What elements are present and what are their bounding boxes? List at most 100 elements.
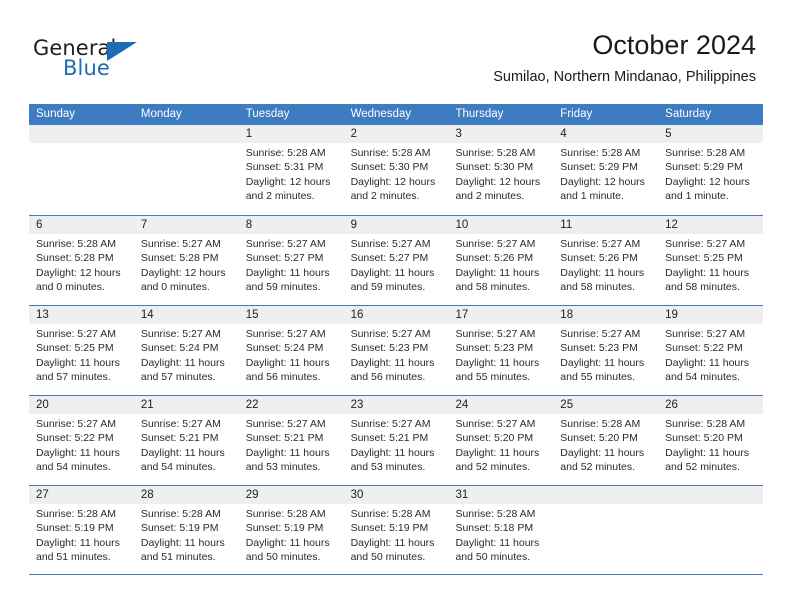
sunrise-text: Sunrise: 5:27 AM bbox=[140, 418, 221, 430]
day-sun-info: Sunrise: 5:27 AM Sunset: 5:23 PM Daylight:… bbox=[553, 324, 658, 384]
daylight-text: Daylight: 11 hours and 57 minutes. bbox=[36, 356, 120, 383]
sunrise-text: Sunrise: 5:27 AM bbox=[36, 328, 116, 340]
day-sun-info: Sunrise: 5:28 AM Sunset: 5:29 PM Daylight:… bbox=[553, 143, 658, 203]
calendar-day-cell[interactable]: 16 Sunrise: 5:27 AM Sunset: 5:23 PM Dayligh… bbox=[343, 306, 449, 395]
daylight-text: Daylight: 11 hours and 50 minutes. bbox=[350, 536, 435, 563]
day-number: 24 bbox=[448, 396, 554, 414]
calendar-week-row: 13 Sunrise: 5:27 AM Sunset: 5:25 PM Dayligh… bbox=[29, 305, 764, 395]
sunset-text: Sunset: 5:29 PM bbox=[665, 161, 743, 174]
calendar-day-cell[interactable]: 17 Sunrise: 5:27 AM Sunset: 5:23 PM Dayligh… bbox=[448, 306, 554, 395]
daylight-text: Daylight: 11 hours and 54 minutes. bbox=[140, 446, 225, 473]
calendar-day-cell[interactable]: 1 Sunrise: 5:28 AM Sunset: 5:31 PM Daylight… bbox=[238, 125, 344, 215]
calendar-day-cell[interactable]: 27 Sunrise: 5:28 AM Sunset: 5:19 PM Dayligh… bbox=[29, 486, 134, 574]
daylight-text: Daylight: 11 hours and 55 minutes. bbox=[560, 356, 645, 383]
calendar-day-cell[interactable]: 26 Sunrise: 5:28 AM Sunset: 5:20 PM Dayligh… bbox=[658, 396, 764, 485]
calendar-day-cell[interactable]: 15 Sunrise: 5:27 AM Sunset: 5:24 PM Dayligh… bbox=[238, 306, 344, 395]
triangle-flag-icon bbox=[107, 42, 137, 61]
sunrise-text: Sunrise: 5:27 AM bbox=[665, 328, 746, 340]
title-block: October 2024 Sumilao, Northern Mindanao,… bbox=[493, 28, 756, 87]
day-sun-info: Sunrise: 5:28 AM Sunset: 5:31 PM Daylight:… bbox=[239, 143, 344, 203]
calendar-day-cell[interactable]: 5 Sunrise: 5:28 AM Sunset: 5:29 PM Daylight… bbox=[658, 125, 764, 215]
weekday-header-saturday: Saturday bbox=[665, 108, 712, 120]
calendar-day-cell[interactable]: 10 Sunrise: 5:27 AM Sunset: 5:26 PM Dayligh… bbox=[448, 216, 554, 305]
sunset-text: Sunset: 5:30 PM bbox=[455, 161, 534, 174]
day-number bbox=[553, 486, 659, 504]
general-blue-logo[interactable]: General Blue bbox=[33, 36, 163, 82]
calendar-day-cell[interactable]: 31 Sunrise: 5:28 AM Sunset: 5:18 PM Dayligh… bbox=[448, 486, 554, 574]
sunrise-text: Sunrise: 5:27 AM bbox=[560, 328, 641, 340]
sunrise-text: Sunrise: 5:28 AM bbox=[245, 508, 326, 520]
daylight-text: Daylight: 11 hours and 58 minutes. bbox=[455, 266, 540, 293]
day-sun-info: Sunrise: 5:27 AM Sunset: 5:20 PM Daylight:… bbox=[448, 414, 553, 474]
sunrise-text: Sunrise: 5:27 AM bbox=[350, 418, 431, 430]
calendar-day-cell[interactable]: 18 Sunrise: 5:27 AM Sunset: 5:23 PM Dayligh… bbox=[553, 306, 659, 395]
day-number: 22 bbox=[238, 396, 344, 414]
calendar-day-cell[interactable]: 25 Sunrise: 5:28 AM Sunset: 5:20 PM Dayligh… bbox=[553, 396, 659, 485]
day-number: 25 bbox=[553, 396, 659, 414]
logo-text-blue: Blue bbox=[63, 56, 110, 80]
calendar-day-cell[interactable]: 7 Sunrise: 5:27 AM Sunset: 5:28 PM Daylight… bbox=[133, 216, 239, 305]
sunset-text: Sunset: 5:23 PM bbox=[455, 342, 534, 355]
calendar-day-cell[interactable]: 19 Sunrise: 5:27 AM Sunset: 5:22 PM Dayligh… bbox=[658, 306, 764, 395]
sunset-text: Sunset: 5:30 PM bbox=[350, 161, 429, 174]
calendar-day-cell[interactable]: 11 Sunrise: 5:27 AM Sunset: 5:26 PM Dayligh… bbox=[553, 216, 659, 305]
calendar-day-cell[interactable]: 14 Sunrise: 5:27 AM Sunset: 5:24 PM Dayligh… bbox=[133, 306, 239, 395]
calendar-day-cell[interactable]: 8 Sunrise: 5:27 AM Sunset: 5:27 PM Daylight… bbox=[238, 216, 344, 305]
sunrise-text: Sunrise: 5:28 AM bbox=[350, 147, 431, 159]
day-sun-info: Sunrise: 5:27 AM Sunset: 5:22 PM Daylight:… bbox=[658, 324, 763, 384]
day-sun-info: Sunrise: 5:28 AM Sunset: 5:18 PM Daylight:… bbox=[448, 504, 553, 564]
day-sun-info: Sunrise: 5:27 AM Sunset: 5:24 PM Daylight:… bbox=[239, 324, 344, 384]
daylight-text: Daylight: 11 hours and 58 minutes. bbox=[665, 266, 750, 293]
day-number bbox=[133, 125, 239, 143]
day-number: 10 bbox=[448, 216, 554, 234]
day-sun-info: Sunrise: 5:27 AM Sunset: 5:22 PM Daylight:… bbox=[29, 414, 134, 474]
sunset-text: Sunset: 5:25 PM bbox=[665, 252, 743, 265]
calendar-day-cell-empty bbox=[553, 486, 659, 574]
calendar-day-cell[interactable]: 12 Sunrise: 5:27 AM Sunset: 5:25 PM Dayligh… bbox=[658, 216, 764, 305]
sunset-text: Sunset: 5:18 PM bbox=[455, 522, 534, 535]
sunrise-text: Sunrise: 5:27 AM bbox=[455, 238, 536, 250]
day-sun-info: Sunrise: 5:28 AM Sunset: 5:28 PM Daylight:… bbox=[29, 234, 134, 294]
day-sun-info: Sunrise: 5:28 AM Sunset: 5:20 PM Daylight:… bbox=[658, 414, 763, 474]
calendar-body: 1 Sunrise: 5:28 AM Sunset: 5:31 PM Daylight… bbox=[29, 125, 764, 575]
daylight-text: Daylight: 11 hours and 52 minutes. bbox=[665, 446, 750, 473]
calendar-day-cell[interactable]: 13 Sunrise: 5:27 AM Sunset: 5:25 PM Dayligh… bbox=[29, 306, 134, 395]
calendar-day-cell[interactable]: 9 Sunrise: 5:27 AM Sunset: 5:27 PM Daylight… bbox=[343, 216, 449, 305]
sunset-text: Sunset: 5:27 PM bbox=[350, 252, 429, 265]
calendar-day-cell[interactable]: 2 Sunrise: 5:28 AM Sunset: 5:30 PM Daylight… bbox=[343, 125, 449, 215]
day-sun-info: Sunrise: 5:27 AM Sunset: 5:26 PM Daylight:… bbox=[448, 234, 553, 294]
day-sun-info: Sunrise: 5:28 AM Sunset: 5:30 PM Daylight:… bbox=[448, 143, 553, 203]
day-number: 30 bbox=[343, 486, 449, 504]
page-subtitle: Sumilao, Northern Mindanao, Philippines bbox=[493, 69, 756, 85]
calendar-day-cell[interactable]: 22 Sunrise: 5:27 AM Sunset: 5:21 PM Dayligh… bbox=[238, 396, 344, 485]
sunset-text: Sunset: 5:20 PM bbox=[455, 432, 534, 445]
calendar-day-cell[interactable]: 6 Sunrise: 5:28 AM Sunset: 5:28 PM Daylight… bbox=[29, 216, 134, 305]
sunrise-text: Sunrise: 5:27 AM bbox=[245, 418, 326, 430]
calendar-day-cell[interactable]: 28 Sunrise: 5:28 AM Sunset: 5:19 PM Dayligh… bbox=[133, 486, 239, 574]
calendar-day-cell[interactable]: 4 Sunrise: 5:28 AM Sunset: 5:29 PM Daylight… bbox=[553, 125, 659, 215]
daylight-text: Daylight: 11 hours and 56 minutes. bbox=[245, 356, 330, 383]
day-number: 4 bbox=[553, 125, 659, 143]
daylight-text: Daylight: 12 hours and 1 minute. bbox=[560, 175, 645, 202]
calendar-day-cell[interactable]: 24 Sunrise: 5:27 AM Sunset: 5:20 PM Dayligh… bbox=[448, 396, 554, 485]
calendar-day-cell[interactable]: 29 Sunrise: 5:28 AM Sunset: 5:19 PM Dayligh… bbox=[238, 486, 344, 574]
sunset-text: Sunset: 5:23 PM bbox=[560, 342, 638, 355]
calendar-page: General Blue October 2024 Sumilao, North… bbox=[0, 0, 792, 612]
calendar-week-row: 1 Sunrise: 5:28 AM Sunset: 5:31 PM Daylight… bbox=[29, 125, 764, 215]
calendar-day-cell[interactable]: 23 Sunrise: 5:27 AM Sunset: 5:21 PM Dayligh… bbox=[343, 396, 449, 485]
calendar-week-row: 20 Sunrise: 5:27 AM Sunset: 5:22 PM Dayligh… bbox=[29, 395, 764, 485]
sunrise-text: Sunrise: 5:28 AM bbox=[455, 508, 536, 520]
day-sun-info: Sunrise: 5:28 AM Sunset: 5:20 PM Daylight:… bbox=[553, 414, 658, 474]
calendar-day-cell-empty bbox=[133, 125, 239, 215]
sunset-text: Sunset: 5:28 PM bbox=[140, 252, 219, 265]
daylight-text: Daylight: 11 hours and 50 minutes. bbox=[455, 536, 540, 563]
day-number: 9 bbox=[343, 216, 449, 234]
daylight-text: Daylight: 11 hours and 59 minutes. bbox=[350, 266, 435, 293]
calendar-day-cell[interactable]: 30 Sunrise: 5:28 AM Sunset: 5:19 PM Dayligh… bbox=[343, 486, 449, 574]
calendar-grid: Sunday Monday Tuesday Wednesday Thursday Frid… bbox=[29, 104, 764, 575]
calendar-day-cell[interactable]: 20 Sunrise: 5:27 AM Sunset: 5:22 PM Dayligh… bbox=[29, 396, 134, 485]
calendar-day-cell[interactable]: 3 Sunrise: 5:28 AM Sunset: 5:30 PM Daylight… bbox=[448, 125, 554, 215]
day-number: 5 bbox=[658, 125, 764, 143]
calendar-day-cell[interactable]: 21 Sunrise: 5:27 AM Sunset: 5:21 PM Dayligh… bbox=[133, 396, 239, 485]
sunrise-text: Sunrise: 5:28 AM bbox=[36, 238, 116, 250]
